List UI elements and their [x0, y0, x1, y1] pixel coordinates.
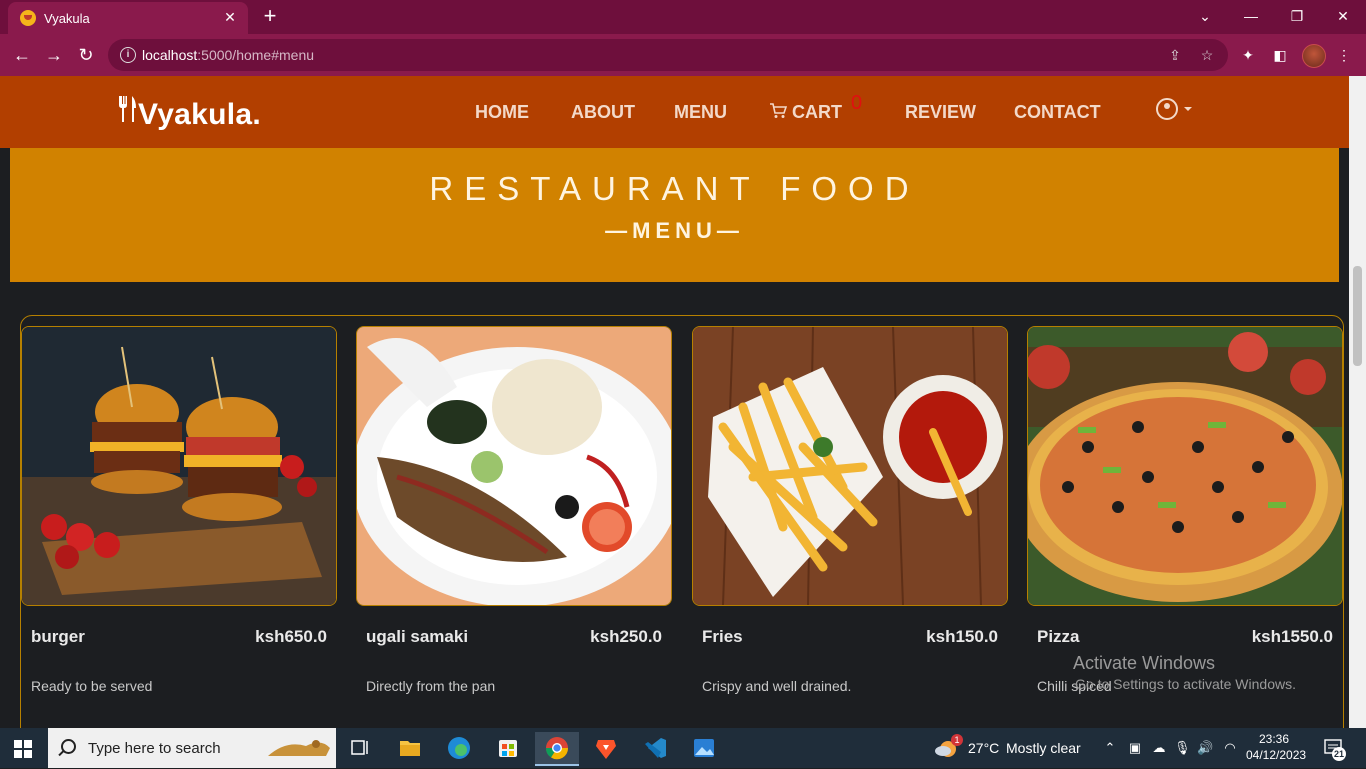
nav-cart[interactable]: CART [769, 102, 842, 123]
page-viewport: Vyakula. HOME ABOUT MENU CART 0 REVIEW C… [0, 76, 1349, 728]
logo-text: Vyakula. [138, 98, 262, 131]
share-icon[interactable]: ⇪ [1164, 44, 1186, 66]
fish-ugali-photo[interactable] [356, 326, 672, 606]
extensions-puzzle-icon[interactable]: ✦ [1237, 44, 1259, 66]
file-explorer-icon[interactable] [388, 732, 432, 764]
weather-badge: 1 [951, 734, 963, 746]
close-window-button[interactable]: ✕ [1320, 4, 1366, 28]
item-name: Pizza [1037, 627, 1080, 646]
side-panel-icon[interactable]: ◧ [1269, 44, 1291, 66]
search-highlight-icon [268, 740, 330, 756]
edge-browser-icon[interactable] [437, 732, 481, 764]
volume-icon[interactable]: 🔊 [1197, 740, 1213, 756]
tray-chevron-up-icon[interactable]: ⌃ [1102, 740, 1118, 756]
menu-banner: RESTAURANT FOOD —MENU— [10, 148, 1339, 282]
item-name: Fries [702, 627, 743, 646]
vscode-icon[interactable] [633, 732, 677, 764]
taskbar-search[interactable]: Type here to search [48, 728, 336, 768]
nav-contact[interactable]: CONTACT [1014, 102, 1101, 123]
item-price: ksh250.0 [590, 627, 662, 646]
site-logo[interactable]: Vyakula. [116, 94, 261, 132]
nav-menu[interactable]: MENU [674, 102, 727, 123]
forward-arrow-icon[interactable]: → [41, 42, 67, 68]
chrome-browser-icon[interactable] [535, 732, 579, 766]
caret-down-icon [1184, 107, 1192, 111]
scrollbar-thumb[interactable] [1353, 266, 1362, 366]
browser-menu-icon[interactable]: ⋮ [1333, 44, 1355, 66]
site-info-icon[interactable]: i [120, 47, 136, 63]
item-name: burger [31, 627, 85, 646]
user-account-dropdown[interactable] [1156, 98, 1198, 122]
meet-now-icon[interactable]: ▣ [1127, 740, 1143, 756]
back-arrow-icon[interactable]: ← [9, 42, 35, 68]
bookmark-star-icon[interactable]: ☆ [1196, 44, 1218, 66]
tab-favicon-icon [20, 10, 36, 26]
nav-cart-label: CART [792, 102, 843, 122]
burger-photo[interactable] [21, 326, 337, 606]
notification-center-icon[interactable]: 21 [1322, 737, 1346, 761]
fork-knife-icon [116, 94, 138, 131]
item-description: Crispy and well drained. [702, 678, 852, 694]
address-url[interactable]: localhost:5000/home#menu [142, 47, 314, 63]
url-path: :5000/home#menu [197, 47, 315, 63]
item-description: Ready to be served [31, 678, 153, 694]
restore-button[interactable]: ❐ [1274, 4, 1320, 28]
browser-tab-strip: Vyakula ✕ + ⌄ — ❐ ✕ [0, 0, 1366, 34]
windows-start-icon[interactable] [14, 740, 32, 758]
nav-about[interactable]: ABOUT [571, 102, 635, 123]
microphone-icon[interactable]: 🎙 [1174, 740, 1191, 756]
task-view-icon[interactable] [338, 732, 382, 764]
address-bar[interactable]: i localhost:5000/home#menu ⇪ ☆ [108, 39, 1228, 71]
banner-title: RESTAURANT FOOD [429, 170, 920, 207]
menu-card[interactable]: ugali samaki ksh250.0 Directly from the … [356, 326, 672, 726]
item-price: ksh150.0 [926, 627, 998, 646]
page-scrollbar[interactable] [1349, 76, 1366, 728]
tab-close-icon[interactable]: ✕ [220, 7, 240, 27]
wifi-icon[interactable]: ◠ [1222, 740, 1238, 756]
activate-windows-hint: Go to Settings to activate Windows. [1075, 676, 1296, 692]
item-description: Directly from the pan [366, 678, 496, 694]
tab-title: Vyakula [44, 11, 90, 26]
cart-count-badge: 0 [851, 92, 863, 114]
search-icon [61, 739, 76, 754]
menu-card[interactable]: Fries ksh150.0 Crispy and well drained. [692, 326, 1008, 726]
browser-tab[interactable]: Vyakula ✕ [8, 2, 248, 34]
cart-icon [770, 103, 788, 118]
item-name: ugali samaki [366, 627, 469, 646]
site-navbar: Vyakula. HOME ABOUT MENU CART 0 REVIEW C… [0, 76, 1349, 148]
weather-text[interactable]: Mostly clear [1006, 740, 1081, 756]
nav-home[interactable]: HOME [475, 102, 529, 123]
new-tab-button[interactable]: + [259, 5, 281, 27]
item-price: ksh650.0 [255, 627, 327, 646]
menu-card[interactable]: burger ksh650.0 Ready to be served [21, 326, 337, 726]
pizza-photo[interactable] [1027, 326, 1343, 606]
activate-windows-title: Activate Windows [1073, 653, 1216, 673]
windows-taskbar: Type here to search 1 27°C Mostly clear … [0, 728, 1366, 768]
minimize-button[interactable]: — [1228, 4, 1274, 28]
profile-avatar[interactable] [1302, 44, 1326, 68]
clock-time: 23:36 [1258, 732, 1290, 746]
microsoft-store-icon[interactable] [486, 732, 530, 764]
user-circle-icon [1156, 98, 1178, 120]
url-host: localhost [142, 47, 198, 63]
reload-icon[interactable]: ↻ [73, 42, 99, 68]
notification-count: 21 [1332, 747, 1346, 761]
tab-search-dropdown-icon[interactable]: ⌄ [1182, 4, 1228, 28]
clock-date: 04/12/2023 [1246, 748, 1307, 762]
search-placeholder: Type here to search [88, 740, 221, 757]
browser-toolbar: ← → ↻ i localhost:5000/home#menu ⇪ ☆ ✦ ◧… [0, 34, 1366, 76]
weather-temp[interactable]: 27°C [968, 740, 999, 756]
fries-photo[interactable] [692, 326, 1008, 606]
nav-review[interactable]: REVIEW [905, 102, 976, 123]
system-clock[interactable]: 23:36 04/12/2023 [1246, 731, 1307, 763]
onedrive-cloud-icon[interactable]: ☁ [1151, 740, 1167, 756]
item-price: ksh1550.0 [1251, 627, 1333, 646]
brave-browser-icon[interactable] [584, 732, 628, 764]
banner-subtitle: —MENU— [605, 218, 744, 243]
photos-app-icon[interactable] [682, 732, 726, 764]
